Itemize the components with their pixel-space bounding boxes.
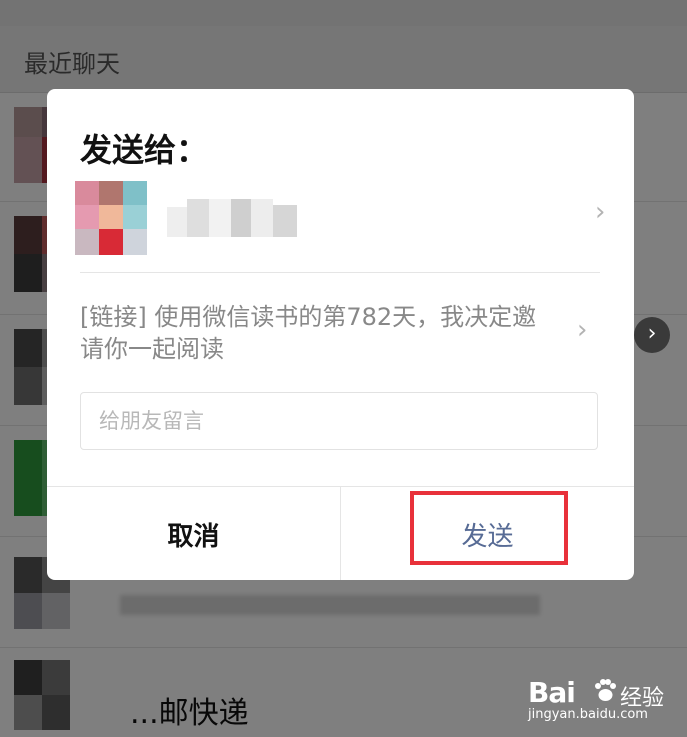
paw-icon — [595, 679, 616, 701]
message-input[interactable] — [80, 392, 598, 450]
chevron-right-icon: › — [595, 197, 606, 227]
watermark-url: jingyan.baidu.com — [528, 707, 648, 722]
chevron-right-icon[interactable]: › — [577, 315, 587, 345]
recipient-row[interactable]: › — [75, 179, 605, 259]
divider — [80, 272, 600, 273]
watermark-logo: Bai 经验 jingyan.baidu.com — [528, 676, 678, 726]
dialog-title: 发送给： — [80, 131, 209, 169]
recipient-name-blurred — [167, 199, 297, 237]
shared-link-text: [链接] 使用微信读书的第782天，我决定邀请你一起阅读 — [80, 303, 537, 363]
recipient-avatar — [75, 181, 147, 255]
send-button-highlight — [410, 491, 568, 565]
watermark-brand: Bai — [528, 676, 576, 709]
cancel-button[interactable]: 取消 — [47, 487, 340, 580]
chevron-right-circle-icon[interactable]: › — [634, 317, 670, 353]
